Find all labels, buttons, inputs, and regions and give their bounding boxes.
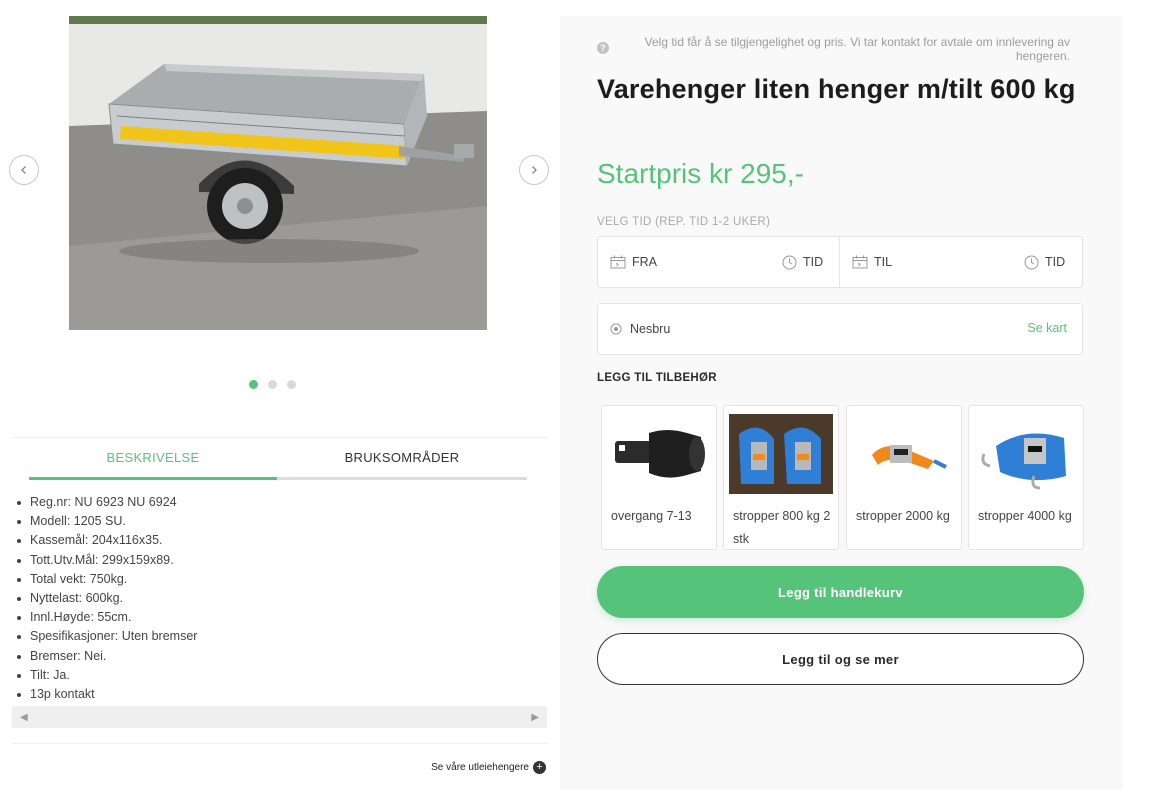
list-item: Total vekt: 750kg.: [14, 570, 544, 589]
blue-strap-hooks-image: [974, 414, 1078, 494]
availability-info: Velg tid får å se tilgjengelighet og pri…: [644, 35, 1070, 63]
to-label: TIL: [874, 255, 893, 269]
accessory-label: stropper 2000 kg: [856, 509, 950, 523]
spec-list: Reg.nr: NU 6923 NU 6924 Modell: 1205 SU.…: [14, 493, 544, 704]
accessory-card[interactable]: stropper 800 kg 2 stk: [723, 405, 839, 550]
list-item: Innl.Høyde: 55cm.: [14, 608, 544, 627]
clock-icon: [782, 255, 797, 269]
gallery-prev-button[interactable]: [9, 155, 39, 185]
accessory-label: stropper 800 kg 2 stk: [733, 509, 831, 546]
list-item: Tilt: Ja.: [14, 666, 544, 685]
accessories-title: LEGG TIL TILBEHØR: [597, 372, 717, 384]
horizontal-scrollbar[interactable]: ◀ ▶: [12, 706, 547, 728]
from-date-field[interactable]: FRA: [610, 237, 657, 287]
see-trailers-link[interactable]: Se våre utleiehengere +: [431, 761, 546, 774]
tab-usage-areas[interactable]: BRUKSOMRÅDER: [277, 438, 527, 480]
gallery-dot[interactable]: [268, 380, 277, 389]
plus-circle-icon: +: [533, 761, 546, 774]
gallery-pagination: [249, 380, 296, 389]
list-item: Nyttelast: 600kg.: [14, 589, 544, 608]
accessory-label: stropper 4000 kg: [978, 509, 1072, 523]
add-and-see-more-button[interactable]: Legg til og se mer: [597, 633, 1084, 685]
gallery-dot[interactable]: [249, 380, 258, 389]
booking-panel: ? Velg tid får å se tilgjengelighet og p…: [560, 16, 1123, 790]
chevron-left-icon: [21, 166, 26, 174]
location-picker: Nesbru Se kart: [597, 303, 1083, 355]
to-time-label: TID: [1045, 255, 1066, 269]
scroll-right-icon[interactable]: ▶: [531, 712, 539, 723]
list-item: Spesifikasjoner: Uten bremser: [14, 627, 544, 646]
to-date-field[interactable]: TIL: [852, 237, 892, 287]
adapter-image: [607, 414, 711, 494]
list-item: Kassemål: 204x116x35.: [14, 531, 544, 550]
list-item: Bremser: Nei.: [14, 647, 544, 666]
accessory-card[interactable]: overgang 7-13: [601, 405, 717, 550]
description-tabs: BESKRIVELSE BRUKSOMRÅDER: [12, 437, 547, 480]
start-price: Startpris kr 295,-: [597, 158, 804, 189]
to-time-field[interactable]: TID: [1024, 237, 1065, 287]
calendar-icon: [852, 255, 868, 269]
list-item: Tott.Utv.Mål: 299x159x89.: [14, 551, 544, 570]
see-map-link[interactable]: Se kart: [1027, 321, 1067, 335]
clock-icon: [1024, 255, 1039, 269]
from-time-field[interactable]: TID: [782, 237, 823, 287]
time-picker: FRA TID TIL TID: [597, 236, 1083, 288]
scroll-left-icon[interactable]: ◀: [20, 712, 28, 723]
divider: [12, 743, 547, 744]
select-time-label: VELG TID (REP. TID 1-2 UKER): [597, 216, 771, 228]
location-field[interactable]: Nesbru: [610, 304, 670, 354]
chevron-right-icon: [532, 166, 537, 174]
from-label: FRA: [632, 255, 657, 269]
add-to-cart-button[interactable]: Legg til handlekurv: [597, 566, 1084, 618]
accessory-card[interactable]: stropper 4000 kg: [968, 405, 1084, 550]
calendar-icon: [610, 255, 626, 269]
product-title: Varehenger liten henger m/tilt 600 kg: [597, 74, 1076, 104]
radio-location-icon: [610, 323, 622, 335]
list-item: Modell: 1205 SU.: [14, 512, 544, 531]
divider: [839, 237, 840, 287]
accessory-card[interactable]: stropper 2000 kg: [846, 405, 962, 550]
help-icon[interactable]: ?: [597, 42, 609, 54]
tab-description[interactable]: BESKRIVELSE: [29, 438, 277, 480]
location-name: Nesbru: [630, 322, 671, 336]
list-item: 13p kontakt: [14, 685, 544, 704]
from-time-label: TID: [803, 255, 824, 269]
orange-strap-image: [852, 414, 956, 494]
trailer-photo: [69, 16, 487, 330]
see-trailers-label: Se våre utleiehengere: [431, 762, 529, 773]
product-gallery-column: BESKRIVELSE BRUKSOMRÅDER Reg.nr: NU 6923…: [0, 0, 560, 790]
blue-straps-image: [729, 414, 833, 494]
gallery-next-button[interactable]: [519, 155, 549, 185]
gallery-dot[interactable]: [287, 380, 296, 389]
accessory-label: overgang 7-13: [611, 509, 692, 523]
list-item: Reg.nr: NU 6923 NU 6924: [14, 493, 544, 512]
